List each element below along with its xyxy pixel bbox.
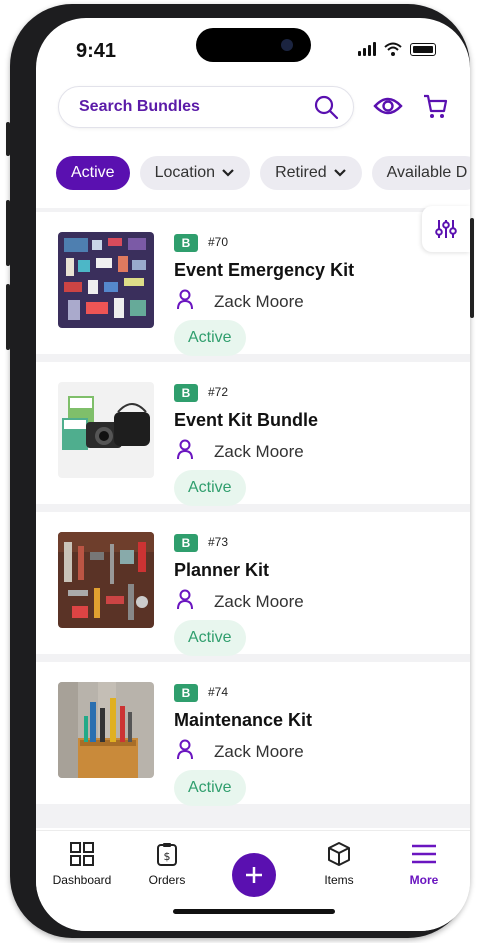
chip-available[interactable]: Available D	[371, 156, 470, 190]
bundle-badge: B	[174, 234, 198, 252]
eye-icon[interactable]	[373, 95, 403, 117]
bundle-owner: Zack Moore	[214, 742, 304, 761]
bundle-title: Maintenance Kit	[174, 710, 313, 730]
wifi-icon	[384, 42, 402, 56]
bundle-thumbnail	[58, 232, 154, 328]
dynamic-island	[196, 28, 311, 62]
nav-more[interactable]: More	[384, 841, 464, 887]
side-button	[6, 122, 10, 156]
chip-active[interactable]: Active	[56, 156, 130, 190]
volume-down-button	[6, 284, 10, 350]
bundle-number: #70	[208, 235, 229, 249]
bundle-owner: Zack Moore	[214, 292, 304, 311]
bottom-nav: Dashboard $ Orders Items More	[36, 830, 470, 931]
bundle-number: #74	[208, 685, 229, 699]
chip-label: Retired	[275, 164, 327, 181]
bundle-thumbnail	[58, 532, 154, 628]
list-item[interactable]: B #73 Planner Kit Zack Moore Active	[36, 512, 470, 656]
bundle-badge: B	[174, 534, 198, 552]
chip-label: Location	[154, 164, 216, 181]
chevron-down-icon	[222, 169, 234, 177]
phone-frame: 9:41 Search Bundles Active Location Reti…	[6, 4, 474, 938]
chip-label: Available D	[386, 164, 468, 181]
user-icon	[177, 289, 193, 310]
bundle-title: Planner Kit	[174, 560, 270, 580]
bundle-thumbnail	[58, 682, 154, 778]
list-item[interactable]: B #70 Event Emergency Kit Zack Moore Act…	[36, 212, 470, 356]
bundle-title: Event Kit Bundle	[174, 410, 319, 430]
nav-orders[interactable]: $ Orders	[127, 841, 207, 887]
bundle-number: #72	[208, 385, 229, 399]
user-icon	[177, 589, 193, 610]
signal-icon	[358, 42, 376, 56]
menu-icon	[412, 844, 436, 864]
status-badge: Active	[174, 470, 246, 506]
nav-label: Dashboard	[52, 873, 112, 887]
power-button	[470, 218, 474, 318]
nav-dashboard[interactable]: Dashboard	[42, 841, 122, 887]
chip-location[interactable]: Location	[139, 156, 251, 190]
volume-up-button	[6, 200, 10, 266]
search-icon[interactable]	[313, 94, 339, 120]
orders-icon: $	[157, 843, 177, 866]
search-placeholder: Search Bundles	[79, 98, 200, 115]
nav-items[interactable]: Items	[299, 841, 379, 887]
sliders-icon	[435, 220, 457, 238]
chip-label: Active	[71, 164, 115, 181]
bundle-list: B #70 Event Emergency Kit Zack Moore Act…	[36, 208, 470, 828]
nav-label: More	[409, 873, 439, 887]
bundle-title: Event Emergency Kit	[174, 260, 355, 280]
bundle-badge: B	[174, 684, 198, 702]
status-time: 9:41	[76, 40, 117, 62]
camera-icon	[281, 39, 293, 51]
user-icon	[177, 439, 193, 460]
filter-settings-button[interactable]	[422, 206, 470, 252]
bundle-thumbnail	[58, 382, 154, 478]
chip-retired[interactable]: Retired	[260, 156, 362, 190]
nav-label: Items	[324, 873, 354, 887]
bundle-badge: B	[174, 384, 198, 402]
bundle-owner: Zack Moore	[214, 442, 304, 461]
filter-chips: Active Location Retired Available D	[56, 156, 470, 190]
bundle-number: #73	[208, 535, 229, 549]
battery-icon	[410, 42, 436, 56]
user-icon	[177, 739, 193, 760]
box-icon	[328, 842, 350, 866]
cart-icon[interactable]	[421, 92, 449, 120]
status-badge: Active	[174, 620, 246, 656]
list-item[interactable]: B #72 Event Kit Bundle Zack Moore Active	[36, 362, 470, 506]
list-item[interactable]: B #74 Maintenance Kit Zack Moore Active	[36, 662, 470, 806]
screen: 9:41 Search Bundles Active Location Reti…	[36, 18, 470, 931]
dashboard-icon	[70, 842, 94, 866]
bundle-owner: Zack Moore	[214, 592, 304, 611]
add-button[interactable]	[232, 853, 276, 897]
plus-icon	[246, 867, 262, 883]
nav-label: Orders	[148, 873, 186, 887]
status-badge: Active	[174, 770, 246, 806]
status-badge: Active	[174, 320, 246, 356]
svg-text:$: $	[164, 850, 171, 863]
chevron-down-icon	[333, 169, 346, 177]
search-input[interactable]: Search Bundles	[58, 86, 354, 128]
status-icons	[358, 42, 436, 56]
home-indicator	[173, 909, 335, 914]
